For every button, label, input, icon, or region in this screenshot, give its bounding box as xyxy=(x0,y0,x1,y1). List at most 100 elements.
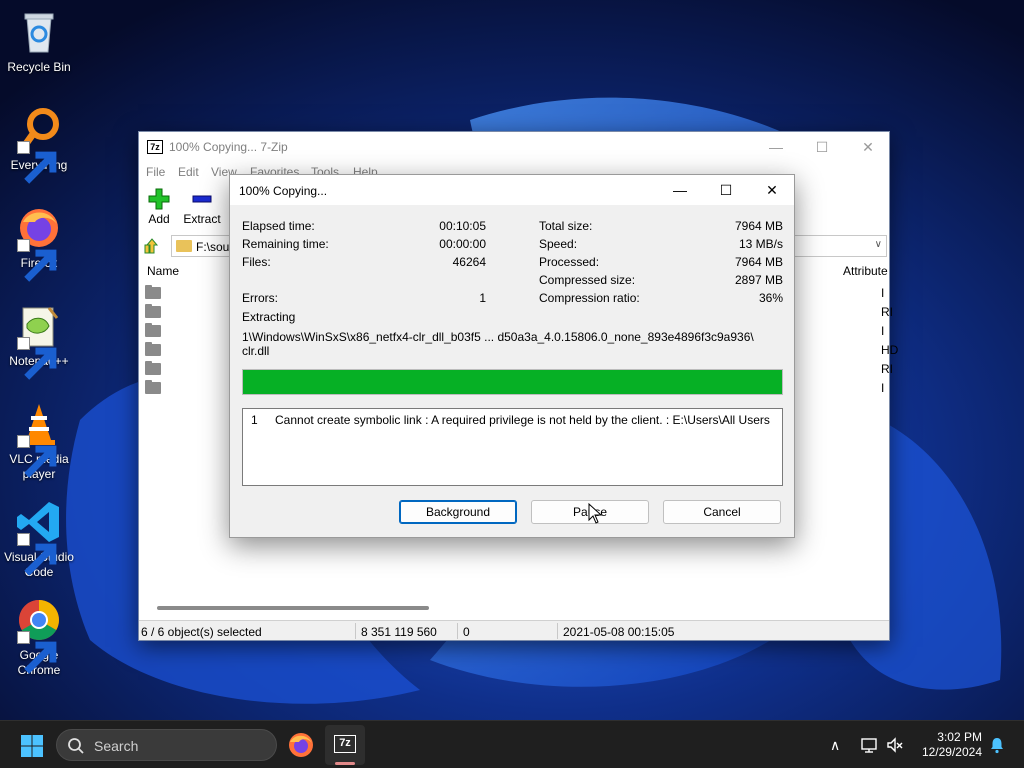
maximize-button[interactable]: ☐ xyxy=(799,132,845,162)
cancel-button[interactable]: Cancel xyxy=(663,500,781,524)
taskbar-7zip-button[interactable]: 7z xyxy=(325,725,365,765)
taskbar-clock[interactable]: 3:02 PM 12/29/2024 xyxy=(912,730,982,760)
folder-up-icon[interactable] xyxy=(143,237,161,255)
taskbar-search-box[interactable]: Search xyxy=(56,729,277,761)
folder-icon xyxy=(145,323,161,337)
mouse-cursor-icon xyxy=(588,503,603,524)
firefox-icon xyxy=(15,204,63,282)
tray-chevron-up-icon[interactable]: ∧ xyxy=(830,737,840,754)
status-packed: 0 xyxy=(463,625,470,639)
horizontal-scrollbar[interactable] xyxy=(157,606,429,610)
folder-icon xyxy=(145,285,161,299)
compression-ratio-value: 36% xyxy=(758,291,783,305)
compressed-size-value: 2897 MB xyxy=(734,273,783,287)
desktop-icon-chrome[interactable]: Google Chrome xyxy=(2,596,76,678)
vscode-icon xyxy=(15,498,63,576)
folder-icon xyxy=(145,361,161,375)
dialog-maximize-button[interactable]: ☐ xyxy=(703,175,749,205)
processed-value: 7964 MB xyxy=(734,255,783,269)
desktop-icon-firefox[interactable]: Firefox xyxy=(2,204,76,282)
current-file-path: 1\Windows\WinSxS\x86_netfx4-clr_dll_b03f… xyxy=(242,330,754,344)
status-selected: 6 / 6 object(s) selected xyxy=(141,625,262,639)
search-placeholder: Search xyxy=(94,738,139,754)
status-divider xyxy=(457,623,458,639)
folder-icon xyxy=(145,342,161,356)
total-size-value: 7964 MB xyxy=(734,219,783,233)
main-titlebar[interactable]: 7z 100% Copying... 7-Zip — ☐ ✕ xyxy=(139,132,889,162)
current-file-name: clr.dll xyxy=(242,344,270,358)
column-header-attributes[interactable]: Attribute xyxy=(843,264,888,278)
total-size-label: Total size: xyxy=(539,219,593,233)
main-window-title: 100% Copying... 7-Zip xyxy=(169,140,288,154)
status-divider xyxy=(557,623,558,639)
everything-search-icon xyxy=(15,106,63,184)
sevenzip-app-icon: 7z xyxy=(147,140,163,154)
active-app-indicator xyxy=(335,762,355,765)
notification-bell-icon[interactable] xyxy=(988,736,1006,754)
menu-file[interactable]: File xyxy=(146,165,165,179)
files-label: Files: xyxy=(242,255,271,269)
extract-label: Extract xyxy=(183,212,221,226)
error-log[interactable]: 1 Cannot create symbolic link : A requir… xyxy=(242,408,783,486)
close-button[interactable]: ✕ xyxy=(845,132,891,162)
operation-label: Extracting xyxy=(242,310,296,324)
dialog-close-button[interactable]: ✕ xyxy=(749,175,795,205)
address-path: F:\sour xyxy=(196,240,234,254)
speed-label: Speed: xyxy=(539,237,578,251)
files-value: 46264 xyxy=(452,255,486,269)
errors-value: 1 xyxy=(479,291,486,305)
windows-start-icon[interactable] xyxy=(20,734,44,758)
elapsed-time-label: Elapsed time: xyxy=(242,219,315,233)
taskbar-firefox-icon[interactable] xyxy=(287,731,315,759)
remaining-time-label: Remaining time: xyxy=(242,237,329,251)
background-button[interactable]: Background xyxy=(399,500,517,524)
processed-label: Processed: xyxy=(539,255,600,269)
row-attributes: I xyxy=(881,324,885,338)
row-attributes: I xyxy=(881,381,885,395)
row-attributes: RI xyxy=(881,362,893,376)
add-button[interactable]: Add xyxy=(146,188,172,226)
clock-time: 3:02 PM xyxy=(937,730,982,744)
recycle-bin-icon xyxy=(15,8,63,56)
sevenzip-icon: 7z xyxy=(334,735,356,753)
clock-date: 12/29/2024 xyxy=(921,745,982,759)
desktop-icon-everything[interactable]: Everything xyxy=(2,106,76,184)
chrome-icon xyxy=(15,596,63,674)
dialog-minimize-button[interactable]: — xyxy=(657,175,703,205)
chevron-down-icon[interactable]: ∨ xyxy=(875,239,882,250)
row-attributes: I xyxy=(881,286,885,300)
folder-icon xyxy=(145,304,161,318)
speed-value: 13 MB/s xyxy=(738,237,783,251)
folder-icon xyxy=(145,380,161,394)
desktop-icon-vscode[interactable]: Visual Studio Code xyxy=(2,498,76,580)
column-header-name[interactable]: Name xyxy=(147,264,179,278)
status-divider xyxy=(355,623,356,639)
status-size: 8 351 119 560 xyxy=(361,625,437,639)
progress-bar xyxy=(242,369,783,395)
remaining-time-value: 00:00:00 xyxy=(439,237,486,251)
shortcut-arrow-icon xyxy=(17,533,57,576)
error-number: 1 xyxy=(251,413,258,427)
extract-button[interactable]: Extract xyxy=(183,188,221,226)
volume-muted-icon[interactable] xyxy=(886,736,904,754)
minimize-button[interactable]: — xyxy=(753,132,799,162)
status-modified: 2021-05-08 00:15:05 xyxy=(563,625,675,639)
status-bar: 6 / 6 object(s) selected 8 351 119 560 0… xyxy=(139,620,889,640)
plus-icon xyxy=(146,188,172,212)
desktop-icon-vlc[interactable]: VLC media player xyxy=(2,400,76,482)
menu-edit[interactable]: Edit xyxy=(178,165,199,179)
taskbar: Search 7z ∧ 3:02 PM 12/29/2024 xyxy=(0,720,1024,768)
shortcut-arrow-icon xyxy=(17,141,57,184)
row-attributes: HD xyxy=(881,343,899,357)
network-icon[interactable] xyxy=(860,736,878,754)
compressed-size-label: Compressed size: xyxy=(539,273,636,287)
folder-icon xyxy=(176,240,192,252)
error-message: Cannot create symbolic link : A required… xyxy=(275,413,770,427)
desktop-icon-label: Recycle Bin xyxy=(7,60,71,74)
copy-progress-dialog: 100% Copying... — ☐ ✕ Elapsed time: 00:1… xyxy=(229,174,795,538)
shortcut-arrow-icon xyxy=(17,435,57,478)
shortcut-arrow-icon xyxy=(17,631,57,674)
desktop-icon-recycle-bin[interactable]: Recycle Bin xyxy=(2,8,76,75)
desktop-icon-notepad-plus-plus[interactable]: Notepad++ xyxy=(2,302,76,380)
dialog-titlebar[interactable]: 100% Copying... — ☐ ✕ xyxy=(230,175,794,205)
